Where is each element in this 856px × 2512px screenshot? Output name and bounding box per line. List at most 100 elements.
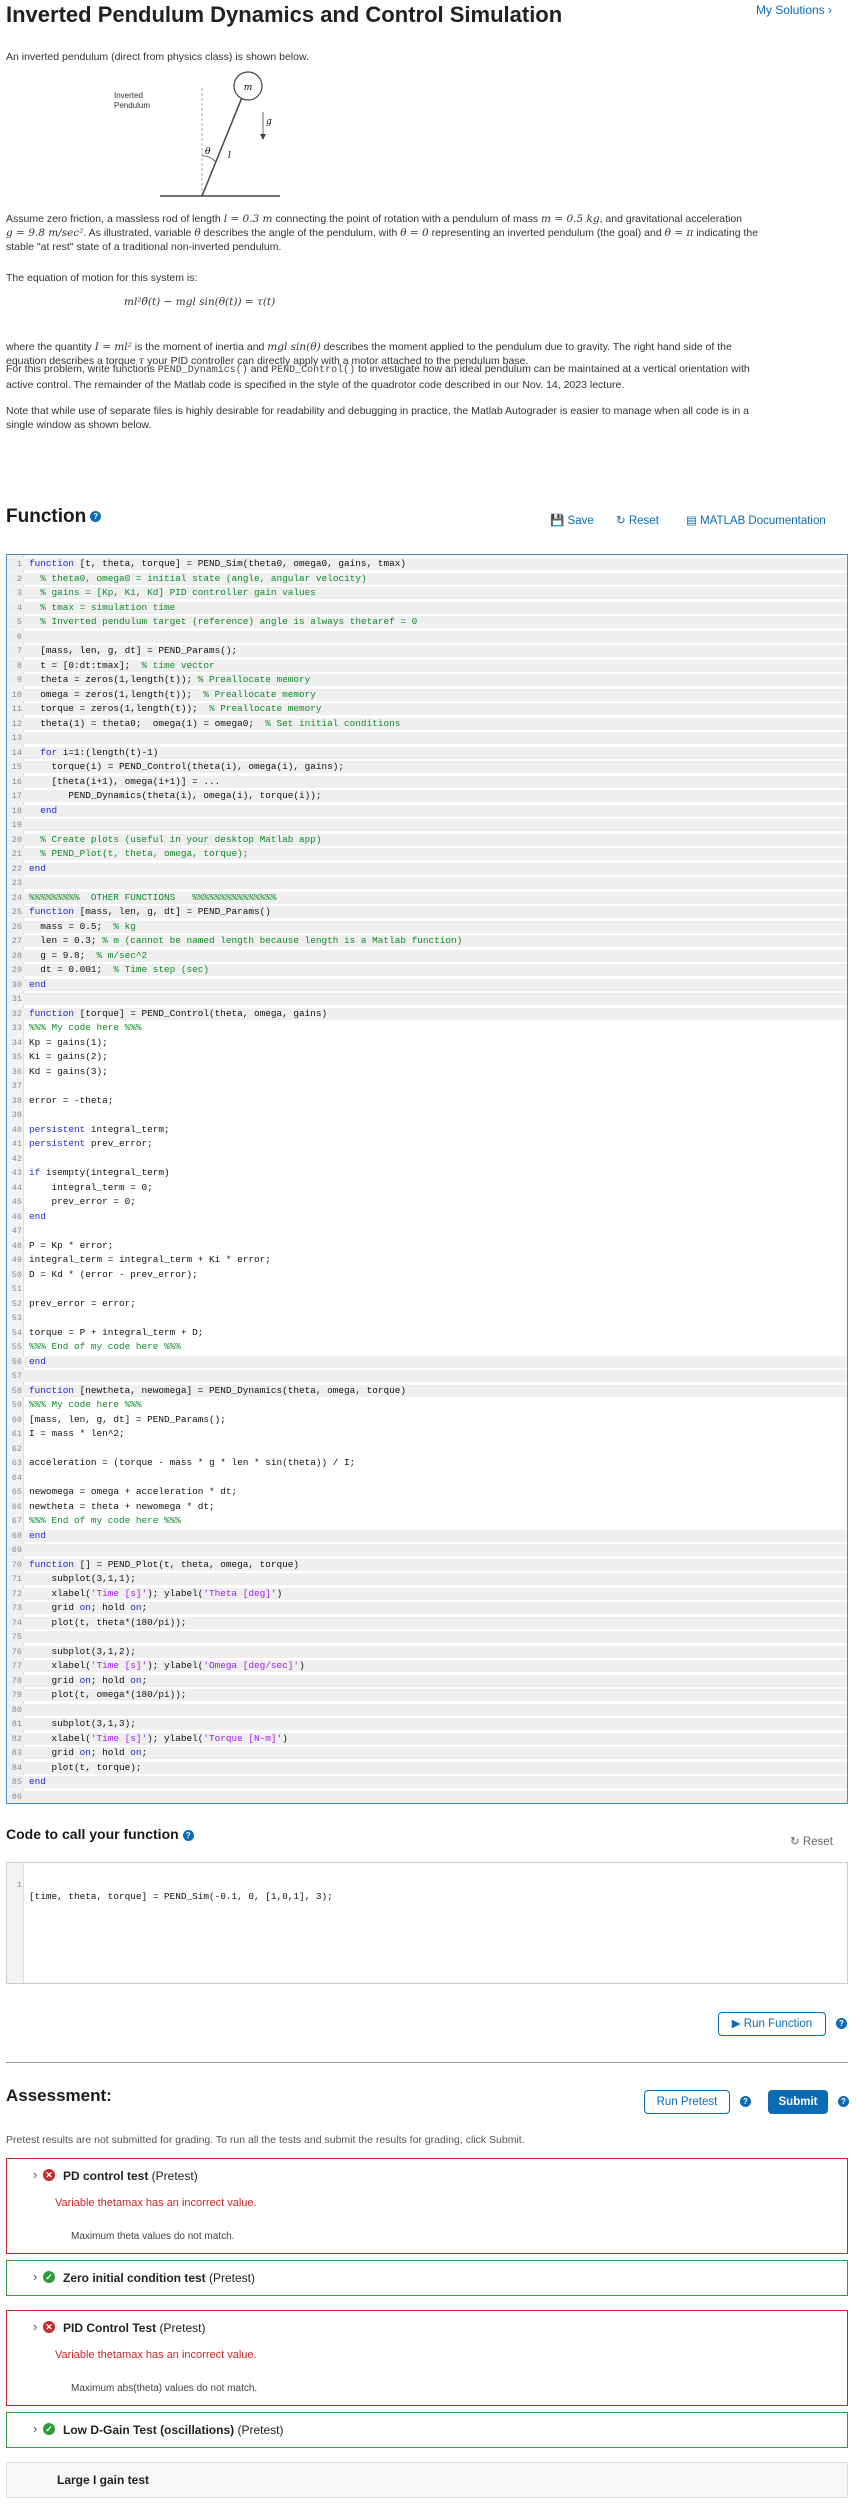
code-line[interactable]: 1 function [t, theta, torque] = PEND_Sim(…: [7, 558, 847, 570]
code-line[interactable]: 12 theta(1) = theta0; omega(1) = omega0;…: [7, 717, 847, 730]
code-line[interactable]: 46 end: [7, 1211, 847, 1223]
code-line[interactable]: 2 % theta0, omega0 = initial state (angl…: [7, 572, 847, 585]
test-result-1[interactable]: › ✕ PD control test (Pretest) Variable thet…: [6, 2158, 848, 2254]
code-line[interactable]: 34 Kp = gains(1);: [7, 1037, 847, 1049]
code-line[interactable]: 4 % tmax = simulation time: [7, 601, 847, 614]
code-line[interactable]: 62: [7, 1443, 847, 1455]
code-line[interactable]: 56 end: [7, 1355, 847, 1368]
code-line[interactable]: 79 plot(t, omega*(180/pi));: [7, 1689, 847, 1701]
reset-button[interactable]: ↻ Reset: [616, 513, 659, 527]
code-line[interactable]: 38 error = -theta;: [7, 1095, 847, 1107]
code-line[interactable]: 69: [7, 1544, 847, 1556]
code-line[interactable]: 10 omega = zeros(1,length(t)); % Preallo…: [7, 688, 847, 701]
code-line[interactable]: 40 persistent integral_term;: [7, 1124, 847, 1136]
code-line[interactable]: 26 mass = 0.5; % kg: [7, 920, 847, 933]
call-reset-button[interactable]: ↻ Reset: [790, 1834, 833, 1848]
code-line[interactable]: 49 integral_term = integral_term + Ki * e…: [7, 1254, 847, 1266]
run-help-icon[interactable]: ?: [836, 2018, 847, 2029]
code-line[interactable]: 53: [7, 1312, 847, 1324]
code-line[interactable]: 35 Ki = gains(2);: [7, 1051, 847, 1063]
code-line[interactable]: 63 acceleration = (torque - mass * g * le…: [7, 1457, 847, 1469]
code-line[interactable]: 43 if isempty(integral_term): [7, 1167, 847, 1179]
code-line[interactable]: 44 integral_term = 0;: [7, 1182, 847, 1194]
code-line[interactable]: 11 torque = zeros(1,length(t)); % Preall…: [7, 703, 847, 715]
call-code-editor[interactable]: 1 [time, theta, torque] = PEND_Sim(-0.1,…: [6, 1862, 848, 1984]
code-line[interactable]: 76 subplot(3,1,2);: [7, 1645, 847, 1658]
run-pretest-button[interactable]: Run Pretest: [644, 2090, 730, 2114]
matlab-documentation-link[interactable]: ▤ MATLAB Documentation: [686, 513, 826, 527]
code-line[interactable]: 32 function [torque] = PEND_Control(theta…: [7, 1007, 847, 1020]
code-line[interactable]: 28 g = 9.8; % m/sec^2: [7, 949, 847, 962]
code-line[interactable]: 5 % Inverted pendulum target (reference)…: [7, 616, 847, 628]
my-solutions-link[interactable]: My Solutions ›: [756, 3, 832, 17]
code-line[interactable]: 6: [7, 630, 847, 643]
code-line[interactable]: 86: [7, 1790, 847, 1803]
code-line[interactable]: 71 subplot(3,1,1);: [7, 1573, 847, 1585]
code-line[interactable]: 59 %%% My code here %%%: [7, 1399, 847, 1411]
code-line[interactable]: 16 [theta(i+1), omega(i+1)] = ...: [7, 775, 847, 788]
code-line[interactable]: 52 prev_error = error;: [7, 1298, 847, 1310]
code-line[interactable]: 21 % PEND_Plot(t, theta, omega, torque);: [7, 848, 847, 860]
code-line[interactable]: 18 end: [7, 804, 847, 817]
code-line[interactable]: 81 subplot(3,1,3);: [7, 1718, 847, 1730]
code-line[interactable]: 85 end: [7, 1776, 847, 1788]
code-line[interactable]: 19: [7, 819, 847, 831]
code-line[interactable]: 31: [7, 993, 847, 1005]
code-line[interactable]: 58 function [newtheta, newomega] = PEND_D…: [7, 1384, 847, 1397]
code-line[interactable]: 73 grid on; hold on;: [7, 1602, 847, 1614]
code-line[interactable]: 48 P = Kp * error;: [7, 1240, 847, 1252]
code-line[interactable]: 83 grid on; hold on;: [7, 1747, 847, 1759]
code-line[interactable]: 23: [7, 877, 847, 889]
test-result-4[interactable]: › ✓ Low D-Gain Test (oscillations) (Pretes…: [6, 2412, 848, 2448]
code-line[interactable]: 15 torque(i) = PEND_Control(theta(i), om…: [7, 761, 847, 773]
code-line[interactable]: 82 xlabel('Time [s]'); ylabel('Torque [N…: [7, 1732, 847, 1745]
code-line[interactable]: 39: [7, 1109, 847, 1121]
code-line[interactable]: 68 end: [7, 1529, 847, 1542]
code-line[interactable]: 30 end: [7, 978, 847, 991]
chevron-right-icon[interactable]: ›: [33, 2319, 37, 2334]
code-line[interactable]: 27 len = 0.3; % m (cannot be named lengt…: [7, 935, 847, 947]
submit-help-icon[interactable]: ?: [838, 2096, 849, 2107]
code-line[interactable]: 25 function [mass, len, g, dt] = PEND_Par…: [7, 906, 847, 918]
code-line[interactable]: 78 grid on; hold on;: [7, 1674, 847, 1687]
code-line[interactable]: 13: [7, 732, 847, 744]
code-line[interactable]: 29 dt = 0.001; % Time step (sec): [7, 964, 847, 976]
code-line[interactable]: 84 plot(t, torque);: [7, 1761, 847, 1774]
run-function-button[interactable]: ▶ Run Function: [718, 2012, 826, 2036]
test-result-5[interactable]: Large I gain test: [6, 2462, 848, 2498]
code-line[interactable]: 75: [7, 1631, 847, 1643]
save-button[interactable]: 💾 Save: [550, 513, 594, 527]
code-line[interactable]: 55 %%% End of my code here %%%: [7, 1341, 847, 1353]
help-icon[interactable]: ?: [182, 1829, 194, 1841]
code-line[interactable]: 24 %%%%%%%%% OTHER FUNCTIONS %%%%%%%%%%%%…: [7, 891, 847, 904]
code-line[interactable]: 51: [7, 1283, 847, 1295]
test-result-3[interactable]: › ✕ PID Control Test (Pretest) Variable the…: [6, 2310, 848, 2406]
code-line[interactable]: 7 [mass, len, g, dt] = PEND_Params();: [7, 645, 847, 657]
code-line[interactable]: 45 prev_error = 0;: [7, 1196, 847, 1208]
pretest-help-icon[interactable]: ?: [740, 2096, 751, 2107]
function-code-editor[interactable]: 1 function [t, theta, torque] = PEND_Sim(…: [6, 554, 848, 1804]
chevron-right-icon[interactable]: ›: [33, 2421, 37, 2436]
code-line[interactable]: 20 % Create plots (useful in your deskto…: [7, 833, 847, 846]
code-line[interactable]: 36 Kd = gains(3);: [7, 1066, 847, 1078]
help-icon[interactable]: ?: [90, 511, 102, 523]
code-line[interactable]: 42: [7, 1153, 847, 1165]
code-line[interactable]: 17 PEND_Dynamics(theta(i), omega(i), tor…: [7, 790, 847, 802]
submit-button[interactable]: Submit: [768, 2090, 828, 2114]
code-line[interactable]: 60 [mass, len, g, dt] = PEND_Params();: [7, 1414, 847, 1426]
code-line[interactable]: 80: [7, 1703, 847, 1716]
chevron-right-icon[interactable]: ›: [33, 2167, 37, 2182]
code-line[interactable]: 77 xlabel('Time [s]'); ylabel('Omega [de…: [7, 1660, 847, 1672]
code-line[interactable]: 65 newomega = omega + acceleration * dt;: [7, 1486, 847, 1498]
code-line[interactable]: 74 plot(t, theta*(180/pi));: [7, 1616, 847, 1629]
code-line[interactable]: 37: [7, 1080, 847, 1092]
code-line[interactable]: 57: [7, 1370, 847, 1382]
chevron-right-icon[interactable]: ›: [33, 2269, 37, 2284]
code-line[interactable]: 66 newtheta = theta + newomega * dt;: [7, 1501, 847, 1513]
code-line[interactable]: 8 t = [0:dt:tmax]; % time vector: [7, 659, 847, 672]
code-line[interactable]: 54 torque = P + integral_term + D;: [7, 1327, 847, 1339]
code-line[interactable]: 14 for i=1:(length(t)-1): [7, 746, 847, 759]
code-line[interactable]: 70 function [] = PEND_Plot(t, theta, omeg…: [7, 1558, 847, 1571]
code-line[interactable]: 64: [7, 1472, 847, 1484]
code-line[interactable]: 47: [7, 1225, 847, 1237]
